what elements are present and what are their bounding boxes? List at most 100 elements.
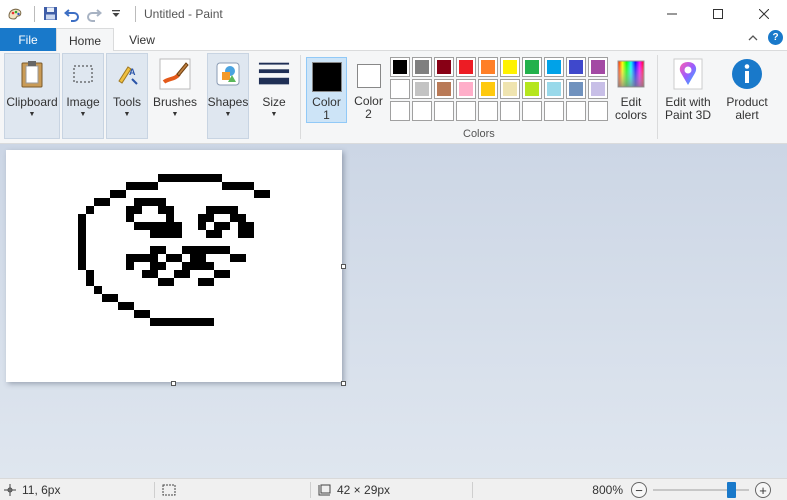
close-button[interactable]: [741, 0, 787, 27]
image-size: 42 × 29px: [318, 479, 390, 500]
palette-swatch[interactable]: [544, 57, 564, 77]
customize-qa-icon[interactable]: [107, 5, 125, 23]
drawn-pixel: [166, 318, 174, 326]
drawn-pixel: [190, 246, 198, 254]
palette-swatch[interactable]: [588, 101, 608, 121]
zoom-in-button[interactable]: +: [755, 482, 771, 498]
palette-swatch[interactable]: [522, 57, 542, 77]
collapse-ribbon-icon[interactable]: [748, 34, 758, 42]
palette-swatch[interactable]: [588, 57, 608, 77]
palette-swatch[interactable]: [390, 101, 410, 121]
brush-icon: [159, 58, 191, 90]
tab-home[interactable]: Home: [56, 28, 114, 52]
shapes-button[interactable]: Shapes ▼: [207, 53, 249, 139]
save-icon[interactable]: [41, 5, 59, 23]
shapes-icon: [212, 58, 244, 90]
palette-swatch[interactable]: [434, 79, 454, 99]
palette-swatch[interactable]: [456, 101, 476, 121]
drawn-pixel: [166, 278, 174, 286]
palette-swatch[interactable]: [566, 101, 586, 121]
drawn-pixel: [142, 310, 150, 318]
color1-button[interactable]: Color 1: [306, 57, 347, 123]
tools-button[interactable]: A Tools ▼: [106, 53, 148, 139]
resize-handle-corner[interactable]: [341, 381, 346, 386]
palette-swatch[interactable]: [412, 79, 432, 99]
paint-app-icon[interactable]: [6, 5, 24, 23]
clipboard-button[interactable]: Clipboard ▼: [4, 53, 60, 139]
help-icon[interactable]: ?: [768, 30, 783, 45]
shapes-label: Shapes: [207, 95, 249, 109]
resize-handle-right[interactable]: [341, 264, 346, 269]
drawn-pixel: [262, 190, 270, 198]
tools-icon: A: [111, 58, 143, 90]
size-button[interactable]: Size ▼: [253, 53, 295, 139]
canvas-workspace[interactable]: [0, 144, 787, 478]
brushes-button[interactable]: Brushes ▼: [151, 53, 199, 139]
minimize-button[interactable]: [649, 0, 695, 27]
drawn-pixel: [182, 246, 190, 254]
edit-colors-button[interactable]: Edit colors: [612, 53, 650, 139]
palette-swatch[interactable]: [478, 79, 498, 99]
zoom-slider-thumb[interactable]: [727, 482, 736, 498]
drawn-pixel: [206, 278, 214, 286]
drawn-pixel: [158, 174, 166, 182]
color-spectrum-icon: [615, 58, 647, 90]
drawn-pixel: [166, 254, 174, 262]
palette-swatch[interactable]: [500, 101, 520, 121]
info-icon: [731, 58, 763, 90]
palette-swatch[interactable]: [500, 79, 520, 99]
drawn-pixel: [238, 182, 246, 190]
chevron-down-icon: ▼: [79, 111, 87, 118]
minimize-icon: [667, 13, 677, 14]
palette-swatch[interactable]: [390, 79, 410, 99]
palette-swatch[interactable]: [456, 57, 476, 77]
product-alert-button[interactable]: Product alert: [722, 53, 772, 139]
palette-swatch-fill: [415, 104, 429, 118]
palette-swatch[interactable]: [478, 57, 498, 77]
resize-handle-bottom[interactable]: [171, 381, 176, 386]
chevron-down-icon: ▼: [123, 111, 131, 118]
tab-file[interactable]: File: [0, 28, 56, 51]
maximize-button[interactable]: [695, 0, 741, 27]
drawn-pixel: [94, 198, 102, 206]
color2-button[interactable]: Color 2: [348, 57, 389, 123]
color1-label: Color 1: [312, 95, 341, 122]
drawn-pixel: [142, 270, 150, 278]
drawn-pixel: [102, 294, 110, 302]
palette-swatch[interactable]: [544, 79, 564, 99]
drawn-pixel: [198, 254, 206, 262]
palette-swatch[interactable]: [456, 79, 476, 99]
palette-swatch[interactable]: [478, 101, 498, 121]
zoom-slider[interactable]: [653, 482, 749, 498]
tab-view[interactable]: View: [114, 28, 170, 52]
palette-swatch[interactable]: [566, 79, 586, 99]
palette-swatch[interactable]: [588, 79, 608, 99]
palette-swatch[interactable]: [500, 57, 520, 77]
palette-swatch[interactable]: [566, 57, 586, 77]
palette-swatch[interactable]: [522, 101, 542, 121]
color-palette: [390, 57, 608, 121]
palette-swatch[interactable]: [434, 57, 454, 77]
drawn-pixel: [198, 246, 206, 254]
drawing-canvas[interactable]: [6, 150, 342, 382]
undo-icon[interactable]: [63, 5, 81, 23]
drawn-pixel: [158, 222, 166, 230]
edit-paint3d-button[interactable]: Edit with Paint 3D: [662, 53, 714, 139]
drawn-pixel: [134, 206, 142, 214]
palette-swatch[interactable]: [412, 101, 432, 121]
chevron-down-icon: ▼: [224, 111, 232, 118]
palette-swatch[interactable]: [390, 57, 410, 77]
palette-swatch[interactable]: [434, 101, 454, 121]
drawn-pixel: [126, 262, 134, 270]
drawn-pixel: [78, 230, 86, 238]
palette-swatch[interactable]: [412, 57, 432, 77]
redo-icon[interactable]: [85, 5, 103, 23]
zoom-out-button[interactable]: −: [631, 482, 647, 498]
image-button[interactable]: Image ▼: [62, 53, 104, 139]
palette-swatch[interactable]: [544, 101, 564, 121]
drawn-pixel: [142, 222, 150, 230]
palette-swatch-fill: [459, 60, 473, 74]
palette-swatch[interactable]: [522, 79, 542, 99]
drawn-pixel: [110, 294, 118, 302]
drawn-pixel: [134, 310, 142, 318]
